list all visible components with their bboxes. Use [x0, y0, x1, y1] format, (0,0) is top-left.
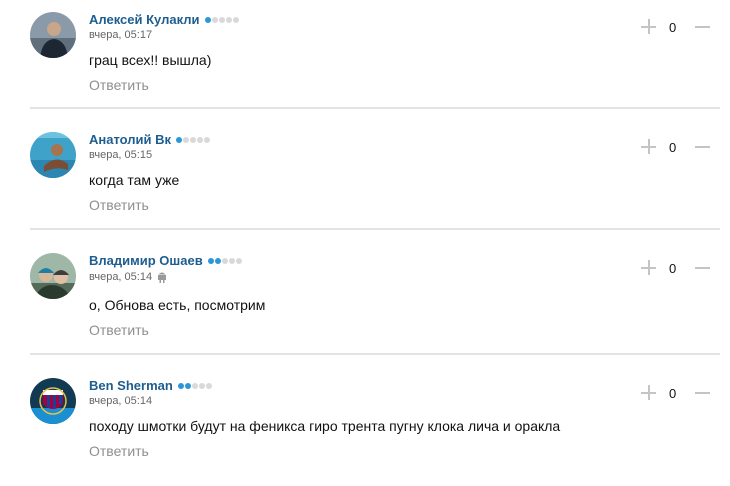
downvote-icon[interactable] — [695, 392, 710, 394]
comment-author[interactable]: Алексей Кулакли — [89, 12, 239, 27]
downvote-icon[interactable] — [695, 267, 710, 269]
rating-dot — [221, 257, 228, 264]
author-name[interactable]: Владимир Ошаев — [89, 253, 203, 268]
upvote-icon[interactable] — [641, 139, 656, 154]
divider — [30, 107, 720, 109]
comment-text: когда там уже — [89, 172, 180, 188]
rating-dot — [225, 16, 232, 23]
android-icon — [157, 271, 167, 283]
user-rating — [207, 257, 242, 264]
comment-meta: вчера, 05:15 — [89, 149, 152, 161]
rating-dot — [214, 257, 221, 264]
rating-dot — [205, 382, 212, 389]
comment-item: Анатолий Вк вчера, 05:15 когда там уже О… — [0, 120, 730, 240]
avatar[interactable] — [30, 12, 76, 58]
comment-score: 0 — [669, 261, 677, 276]
comment-score: 0 — [669, 140, 677, 155]
comment-item: Владимир Ошаев вчера, 05:14 о, Обнова ес… — [0, 241, 730, 361]
author-name[interactable]: Алексей Кулакли — [89, 12, 200, 27]
comment-item: Ben Sherman вчера, 05:14 походу шмотки б… — [0, 366, 730, 486]
upvote-icon[interactable] — [641, 385, 656, 400]
reply-button[interactable]: Ответить — [89, 443, 149, 459]
comment-time: вчера, 05:17 — [89, 29, 153, 41]
user-rating — [204, 16, 239, 23]
rating-dot — [197, 136, 204, 143]
avatar[interactable] — [30, 253, 76, 299]
rating-dot — [176, 136, 183, 143]
rating-dot — [218, 16, 225, 23]
rating-dot — [191, 382, 198, 389]
rating-dot — [228, 257, 235, 264]
reply-button[interactable]: Ответить — [89, 197, 149, 213]
upvote-icon[interactable] — [641, 19, 656, 34]
divider — [30, 353, 720, 355]
downvote-icon[interactable] — [695, 146, 710, 148]
rating-dot — [204, 136, 211, 143]
avatar[interactable] — [30, 132, 76, 178]
comment-time: вчера, 05:14 — [89, 395, 153, 407]
comment-meta: вчера, 05:17 — [89, 29, 152, 41]
rating-dot — [211, 16, 218, 23]
user-rating — [177, 382, 212, 389]
rating-dot — [190, 136, 197, 143]
comment-meta: вчера, 05:14 — [89, 271, 167, 283]
reply-button[interactable]: Ответить — [89, 322, 149, 338]
comment-meta: вчера, 05:14 — [89, 395, 152, 407]
author-name[interactable]: Анатолий Вк — [89, 132, 171, 147]
divider — [30, 228, 720, 230]
comment-time: вчера, 05:14 — [89, 271, 153, 283]
rating-dot — [184, 382, 191, 389]
comment-text: грац всех!! вышла) — [89, 52, 212, 68]
upvote-icon[interactable] — [641, 260, 656, 275]
comment-author[interactable]: Анатолий Вк — [89, 132, 211, 147]
rating-dot — [198, 382, 205, 389]
avatar[interactable] — [30, 378, 76, 424]
comment-time: вчера, 05:15 — [89, 149, 153, 161]
rating-dot — [207, 257, 214, 264]
comment-author[interactable]: Владимир Ошаев — [89, 253, 242, 268]
rating-dot — [204, 16, 211, 23]
rating-dot — [235, 257, 242, 264]
rating-dot — [177, 382, 184, 389]
author-name[interactable]: Ben Sherman — [89, 378, 173, 393]
comment-score: 0 — [669, 386, 677, 401]
comment-text: походу шмотки будут на феникса гиро трен… — [89, 418, 561, 434]
reply-button[interactable]: Ответить — [89, 77, 149, 93]
rating-dot — [232, 16, 239, 23]
user-rating — [176, 136, 211, 143]
comment-text: о, Обнова есть, посмотрим — [89, 297, 266, 313]
comment-score: 0 — [669, 20, 677, 35]
comment-item: Алексей Кулакли вчера, 05:17 грац всех!!… — [0, 0, 730, 120]
downvote-icon[interactable] — [695, 26, 710, 28]
rating-dot — [183, 136, 190, 143]
comment-author[interactable]: Ben Sherman — [89, 378, 212, 393]
